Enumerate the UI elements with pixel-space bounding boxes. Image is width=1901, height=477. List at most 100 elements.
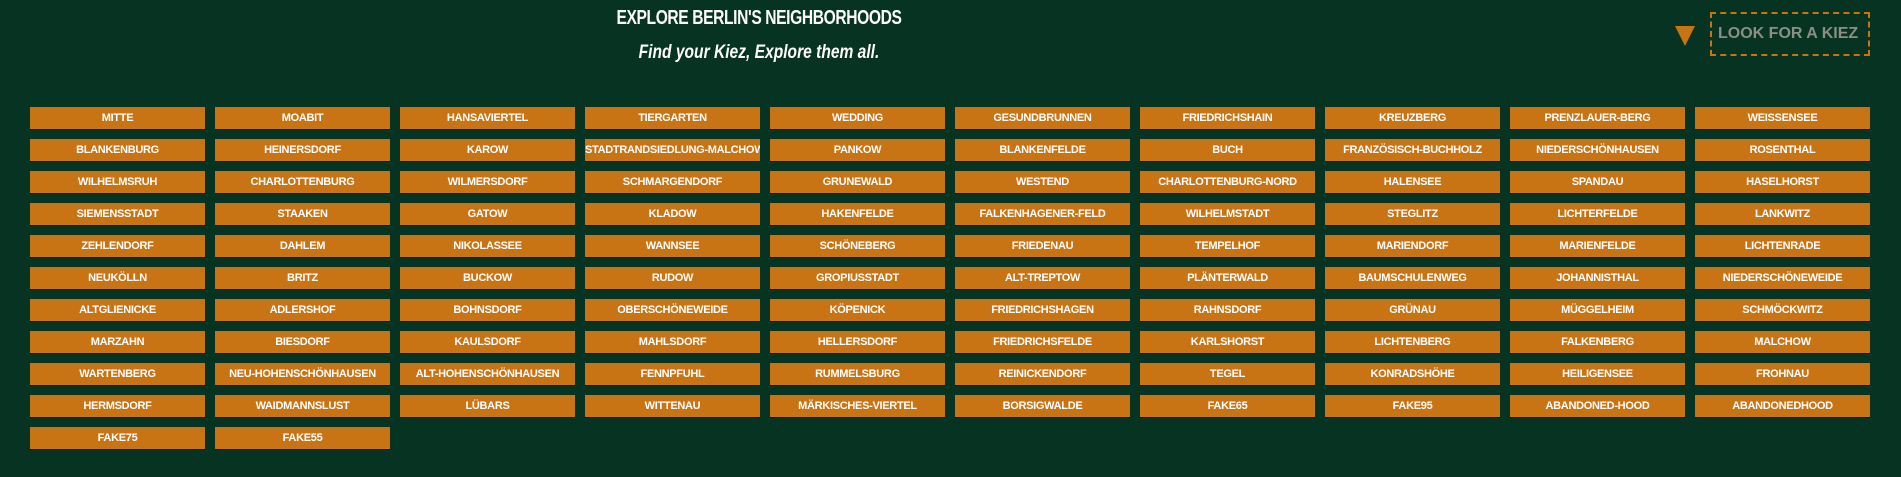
neighborhood-button[interactable]: FRIEDRICHSHAGEN [955, 299, 1130, 321]
neighborhood-button[interactable]: FRIEDRICHSFELDE [955, 331, 1130, 353]
neighborhood-button[interactable]: GATOW [400, 203, 575, 225]
neighborhood-button[interactable]: FAKE95 [1325, 395, 1500, 417]
neighborhood-button[interactable]: WEISSENSEE [1695, 107, 1870, 129]
neighborhood-button[interactable]: KLADOW [585, 203, 760, 225]
neighborhood-button[interactable]: BLANKENBURG [30, 139, 205, 161]
triangle-down-icon[interactable] [1675, 26, 1695, 46]
neighborhood-button[interactable]: BUCH [1140, 139, 1315, 161]
neighborhood-button[interactable]: BORSIGWALDE [955, 395, 1130, 417]
neighborhood-button[interactable]: MOABIT [215, 107, 390, 129]
neighborhood-button[interactable]: WILMERSDORF [400, 171, 575, 193]
neighborhood-button[interactable]: WILHELMSTADT [1140, 203, 1315, 225]
neighborhood-button[interactable]: BIESDORF [215, 331, 390, 353]
neighborhood-button[interactable]: FAKE55 [215, 427, 390, 449]
neighborhood-button[interactable]: STEGLITZ [1325, 203, 1500, 225]
neighborhood-button[interactable]: ABANDONEDHOOD [1695, 395, 1870, 417]
neighborhood-button[interactable]: BLANKENFELDE [955, 139, 1130, 161]
neighborhood-button[interactable]: HEINERSDORF [215, 139, 390, 161]
neighborhood-button[interactable]: CHARLOTTENBURG-NORD [1140, 171, 1315, 193]
neighborhood-button[interactable]: BUCKOW [400, 267, 575, 289]
neighborhood-button[interactable]: WILHELMSRUH [30, 171, 205, 193]
neighborhood-button[interactable]: FAKE65 [1140, 395, 1315, 417]
neighborhood-button[interactable]: LANKWITZ [1695, 203, 1870, 225]
neighborhood-button[interactable]: ABANDONED-HOOD [1510, 395, 1685, 417]
neighborhood-button[interactable]: FALKENBERG [1510, 331, 1685, 353]
neighborhood-button[interactable]: JOHANNISTHAL [1510, 267, 1685, 289]
neighborhood-button[interactable]: HEILIGENSEE [1510, 363, 1685, 385]
neighborhood-button[interactable]: KARLSHORST [1140, 331, 1315, 353]
neighborhood-button[interactable]: LICHTENRADE [1695, 235, 1870, 257]
neighborhood-button[interactable]: BOHNSDORF [400, 299, 575, 321]
neighborhood-button[interactable]: FROHNAU [1695, 363, 1870, 385]
neighborhood-button[interactable]: MARZAHN [30, 331, 205, 353]
search-input[interactable] [1710, 12, 1870, 56]
neighborhood-button[interactable]: WAIDMANNSLUST [215, 395, 390, 417]
neighborhood-button[interactable]: RAHNSDORF [1140, 299, 1315, 321]
neighborhood-button[interactable]: HELLERSDORF [770, 331, 945, 353]
neighborhood-button[interactable]: PLÄNTERWALD [1140, 267, 1315, 289]
neighborhood-button[interactable]: MITTE [30, 107, 205, 129]
neighborhood-button[interactable]: LICHTERFELDE [1510, 203, 1685, 225]
neighborhood-button[interactable]: KÖPENICK [770, 299, 945, 321]
neighborhood-button[interactable]: RUMMELSBURG [770, 363, 945, 385]
neighborhood-button[interactable]: FRIEDENAU [955, 235, 1130, 257]
neighborhood-button[interactable]: CHARLOTTENBURG [215, 171, 390, 193]
neighborhood-button[interactable]: BRITZ [215, 267, 390, 289]
neighborhood-button[interactable]: WITTENAU [585, 395, 760, 417]
neighborhood-button[interactable]: NIEDERSCHÖNEWEIDE [1695, 267, 1870, 289]
neighborhood-button[interactable]: NIKOLASSEE [400, 235, 575, 257]
neighborhood-button[interactable]: MALCHOW [1695, 331, 1870, 353]
neighborhood-button[interactable]: NEU-HOHENSCHÖNHAUSEN [215, 363, 390, 385]
neighborhood-button[interactable]: MARIENDORF [1325, 235, 1500, 257]
neighborhood-button[interactable]: WEDDING [770, 107, 945, 129]
neighborhood-button[interactable]: WANNSEE [585, 235, 760, 257]
neighborhood-button[interactable]: BAUMSCHULENWEG [1325, 267, 1500, 289]
neighborhood-button[interactable]: WESTEND [955, 171, 1130, 193]
neighborhood-button[interactable]: OBERSCHÖNEWEIDE [585, 299, 760, 321]
neighborhood-button[interactable]: HALENSEE [1325, 171, 1500, 193]
neighborhood-button[interactable]: WARTENBERG [30, 363, 205, 385]
neighborhood-button[interactable]: FAKE75 [30, 427, 205, 449]
neighborhood-button[interactable]: ROSENTHAL [1695, 139, 1870, 161]
neighborhood-button[interactable]: GESUNDBRUNNEN [955, 107, 1130, 129]
neighborhood-button[interactable]: LÜBARS [400, 395, 575, 417]
neighborhood-button[interactable]: KAULSDORF [400, 331, 575, 353]
neighborhood-button[interactable]: TEGEL [1140, 363, 1315, 385]
neighborhood-button[interactable]: RUDOW [585, 267, 760, 289]
neighborhood-button[interactable]: GROPIUSSTADT [770, 267, 945, 289]
neighborhood-button[interactable]: HASELHORST [1695, 171, 1870, 193]
neighborhood-button[interactable]: ALT-TREPTOW [955, 267, 1130, 289]
neighborhood-button[interactable]: STADTRANDSIEDLUNG-MALCHOW [585, 139, 760, 161]
neighborhood-button[interactable]: PRENZLAUER-BERG [1510, 107, 1685, 129]
neighborhood-button[interactable]: FRIEDRICHSHAIN [1140, 107, 1315, 129]
neighborhood-button[interactable]: ADLERSHOF [215, 299, 390, 321]
neighborhood-button[interactable]: PANKOW [770, 139, 945, 161]
neighborhood-button[interactable]: MAHLSDORF [585, 331, 760, 353]
neighborhood-button[interactable]: DAHLEM [215, 235, 390, 257]
neighborhood-button[interactable]: HERMSDORF [30, 395, 205, 417]
neighborhood-button[interactable]: NIEDERSCHÖNHAUSEN [1510, 139, 1685, 161]
neighborhood-button[interactable]: STAAKEN [215, 203, 390, 225]
neighborhood-button[interactable]: HANSAVIERTEL [400, 107, 575, 129]
neighborhood-button[interactable]: SCHMARGENDORF [585, 171, 760, 193]
neighborhood-button[interactable]: SCHMÖCKWITZ [1695, 299, 1870, 321]
neighborhood-button[interactable]: GRUNEWALD [770, 171, 945, 193]
neighborhood-button[interactable]: KREUZBERG [1325, 107, 1500, 129]
neighborhood-button[interactable]: SPANDAU [1510, 171, 1685, 193]
neighborhood-button[interactable]: MARIENFELDE [1510, 235, 1685, 257]
neighborhood-button[interactable]: HAKENFELDE [770, 203, 945, 225]
neighborhood-button[interactable]: ALT-HOHENSCHÖNHAUSEN [400, 363, 575, 385]
neighborhood-button[interactable]: ZEHLENDORF [30, 235, 205, 257]
neighborhood-button[interactable]: FALKENHAGENER-FELD [955, 203, 1130, 225]
neighborhood-button[interactable]: GRÜNAU [1325, 299, 1500, 321]
neighborhood-button[interactable]: ALTGLIENICKE [30, 299, 205, 321]
neighborhood-button[interactable]: SIEMENSSTADT [30, 203, 205, 225]
neighborhood-button[interactable]: LICHTENBERG [1325, 331, 1500, 353]
neighborhood-button[interactable]: TIERGARTEN [585, 107, 760, 129]
neighborhood-button[interactable]: NEUKÖLLN [30, 267, 205, 289]
neighborhood-button[interactable]: SCHÖNEBERG [770, 235, 945, 257]
neighborhood-button[interactable]: FRANZÖSISCH-BUCHHOLZ [1325, 139, 1500, 161]
neighborhood-button[interactable]: MÜGGELHEIM [1510, 299, 1685, 321]
neighborhood-button[interactable]: KONRADSHÖHE [1325, 363, 1500, 385]
neighborhood-button[interactable]: KAROW [400, 139, 575, 161]
